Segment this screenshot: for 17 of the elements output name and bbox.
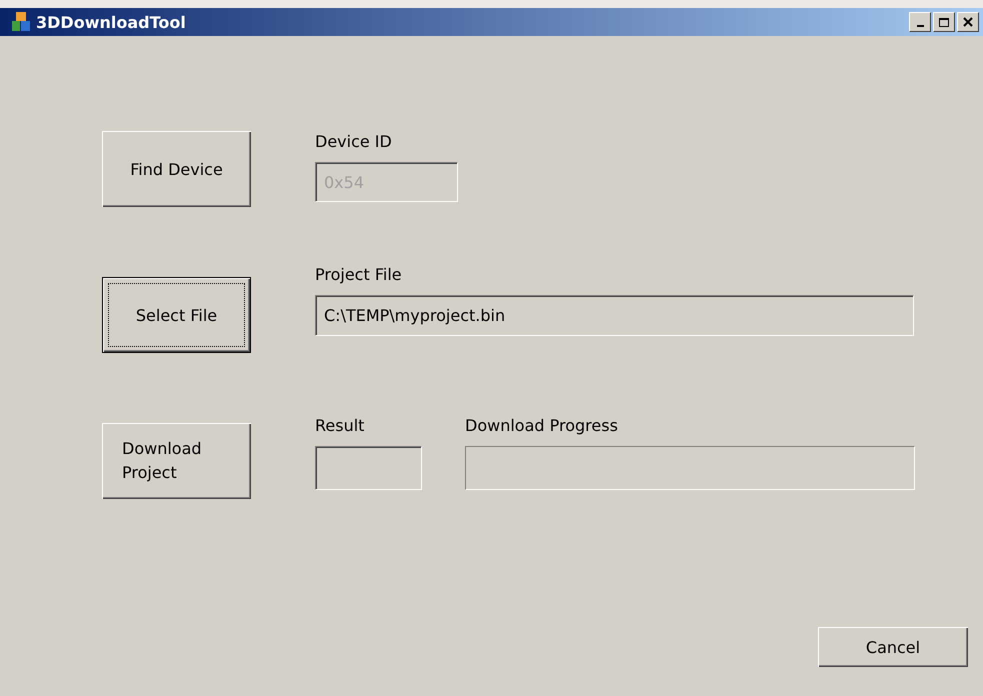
maximize-button[interactable] — [933, 12, 955, 32]
field-label: Download Progress — [465, 416, 619, 437]
minimize-button[interactable] — [909, 12, 931, 32]
download-project-button[interactable]: Download Project — [102, 423, 251, 499]
field-label: Device ID — [315, 132, 393, 153]
field-label: Project File — [315, 265, 403, 286]
project-file-field[interactable]: C:\TEMP\myproject.bin — [315, 295, 914, 336]
field-label: Result — [315, 416, 366, 437]
select-file-button[interactable]: Select File — [102, 277, 251, 353]
cancel-button[interactable]: Cancel — [818, 627, 968, 667]
result-field[interactable] — [315, 446, 422, 490]
app-icon — [12, 12, 30, 32]
minimize-icon — [916, 25, 924, 27]
close-icon — [963, 17, 973, 27]
close-button[interactable] — [957, 12, 979, 32]
maximize-icon — [939, 18, 949, 26]
window-title: 3DDownloadTool — [36, 12, 187, 32]
